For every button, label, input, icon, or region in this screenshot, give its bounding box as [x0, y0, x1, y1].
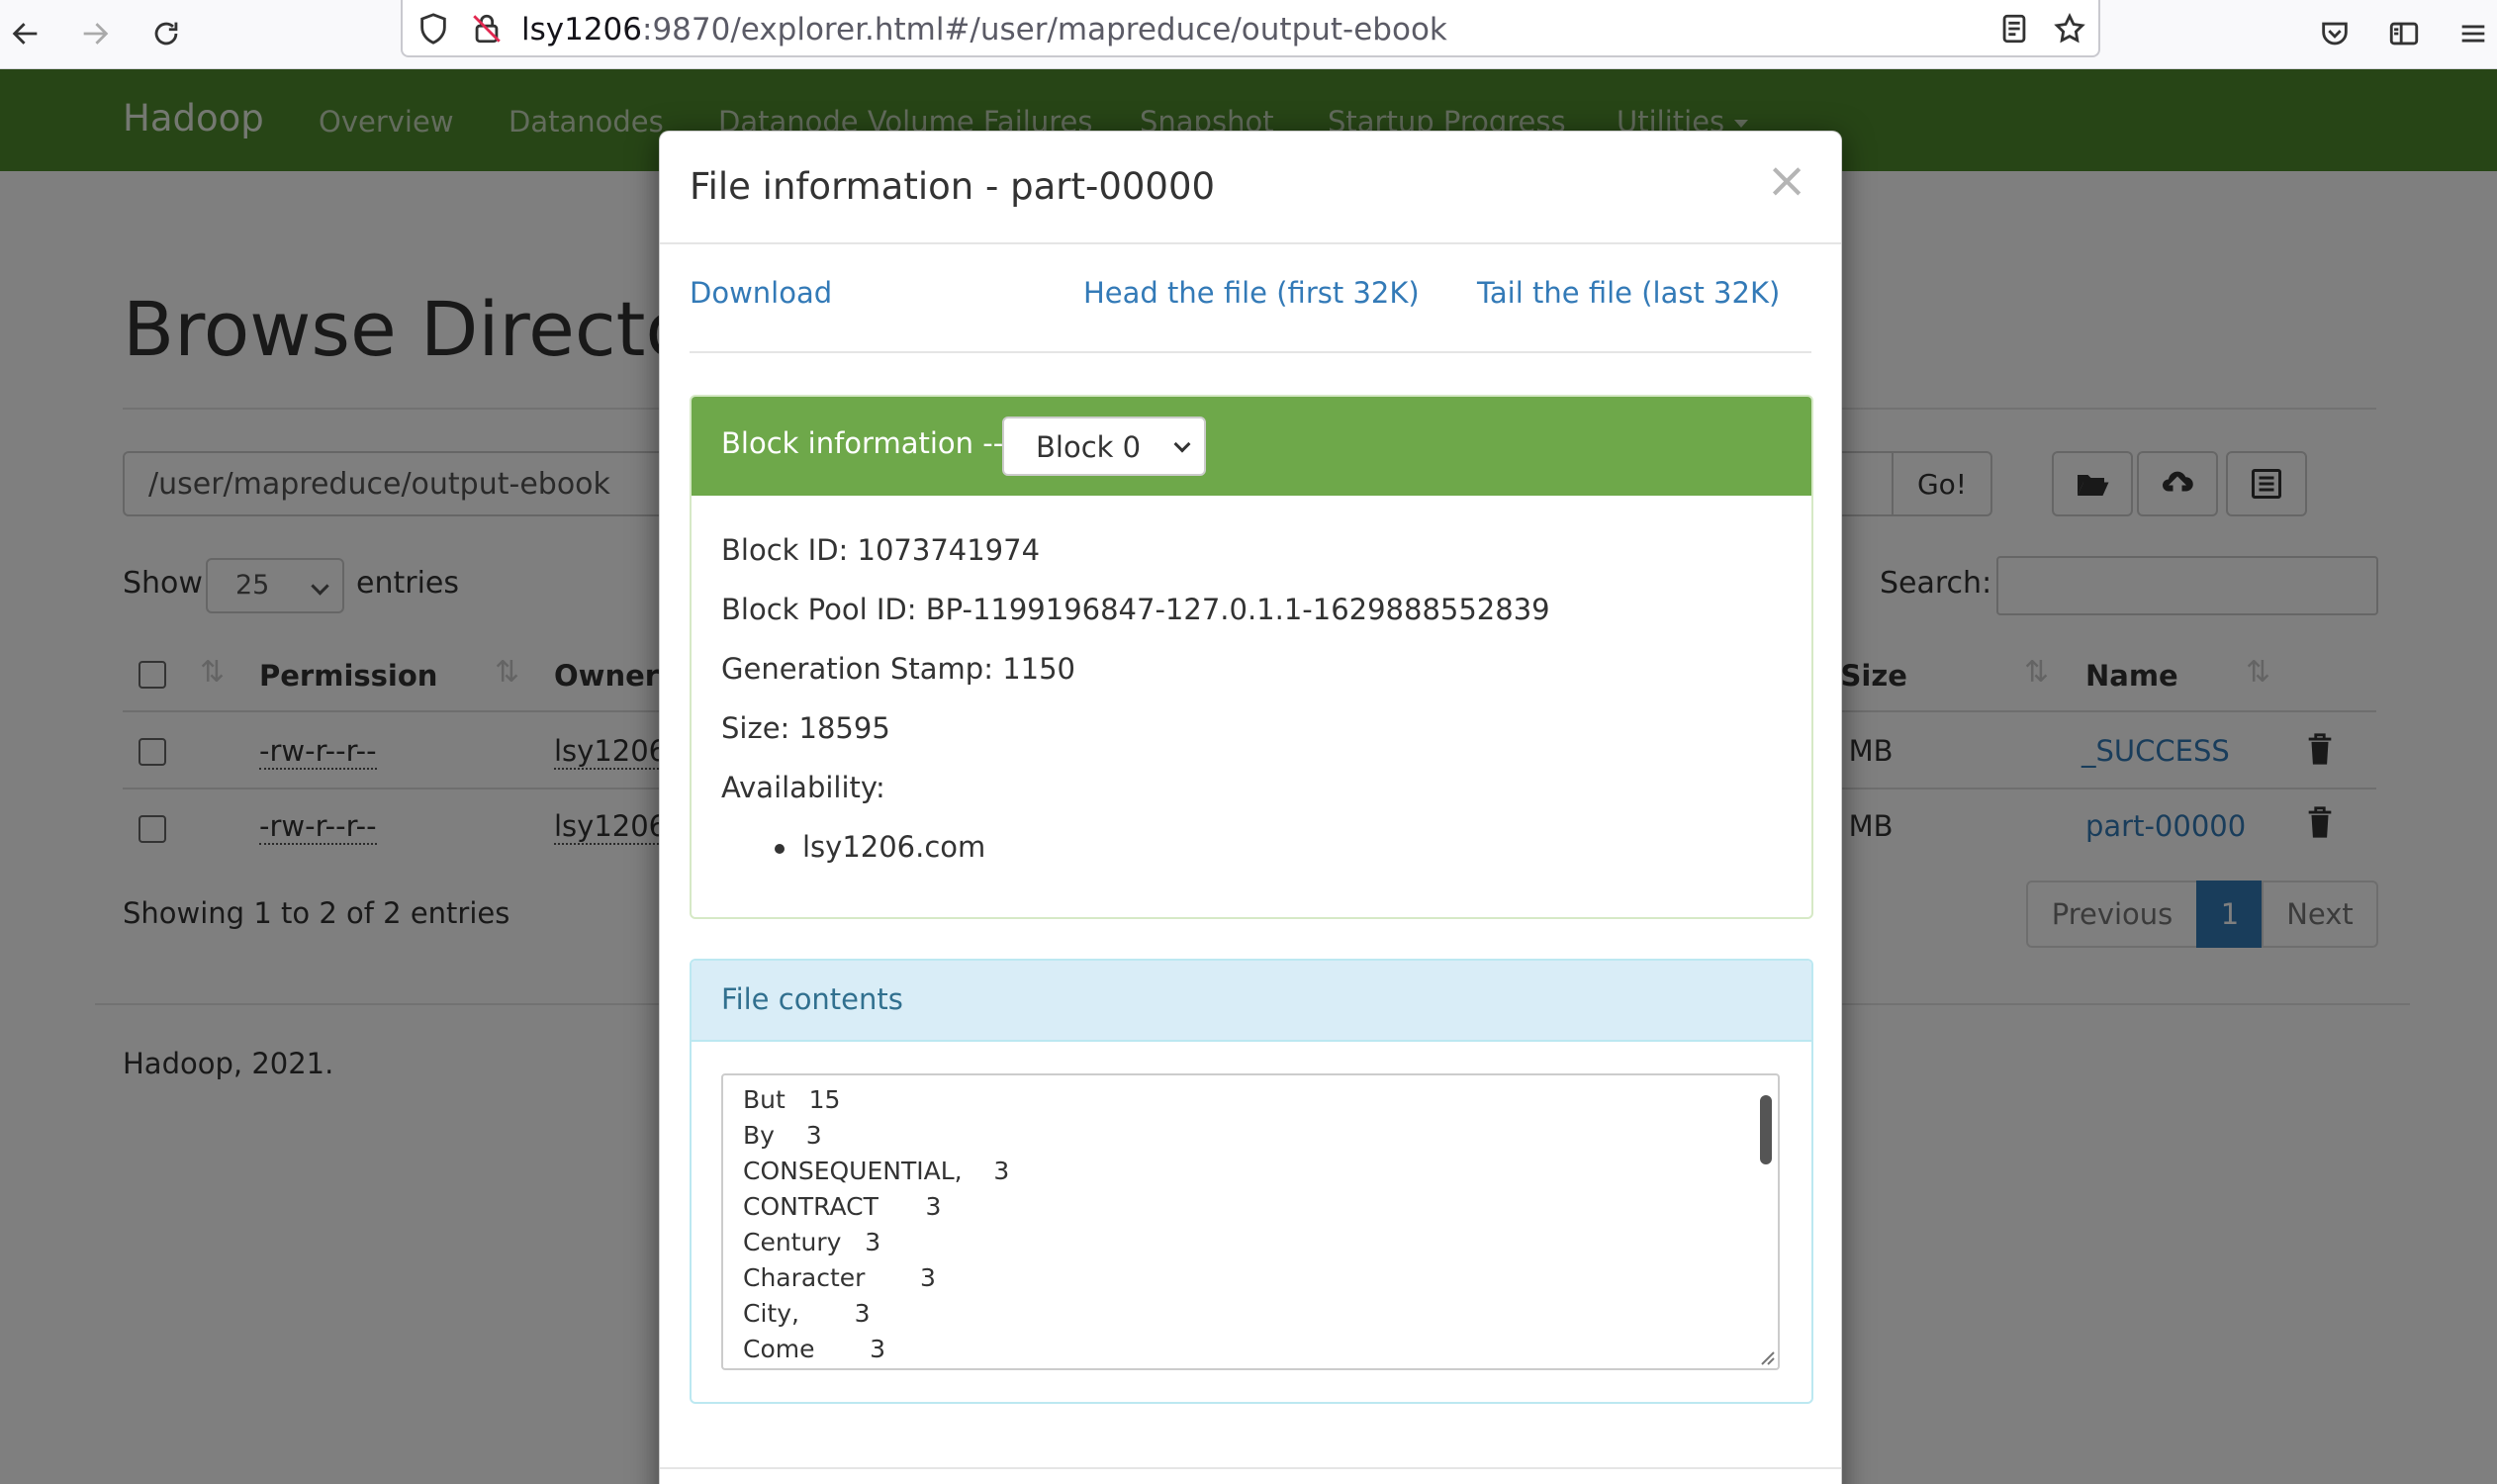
- resize-grip-icon[interactable]: [1756, 1346, 1776, 1366]
- bookmark-star-icon[interactable]: [2053, 12, 2086, 46]
- url-host: lsy1206: [521, 12, 643, 47]
- file-contents-line: City, 3: [743, 1299, 871, 1328]
- divider: [690, 351, 1811, 353]
- generation-stamp: Generation Stamp: 1150: [721, 652, 1075, 686]
- reload-icon: [154, 22, 178, 46]
- block-id: Block ID: 1073741974: [721, 533, 1041, 567]
- file-contents-line: CONTRACT 3: [743, 1192, 942, 1221]
- url-path: :9870/explorer.html#/user/mapreduce/outp…: [642, 12, 1447, 47]
- insecure-lock-icon[interactable]: [470, 12, 504, 46]
- file-contents-line: Century 3: [743, 1228, 881, 1256]
- file-contents-label: File contents: [721, 982, 903, 1016]
- textarea-scrollbar[interactable]: [1760, 1095, 1772, 1164]
- reload-button[interactable]: [140, 8, 192, 59]
- menu-button[interactable]: [2448, 8, 2497, 59]
- tail-file-link[interactable]: Tail the file (last 32K): [1477, 276, 1780, 310]
- file-contents-line: But 15: [743, 1085, 841, 1114]
- file-contents-line: CONSEQUENTIAL, 3: [743, 1157, 1010, 1185]
- availability-label: Availability:: [721, 771, 885, 804]
- block-info-label: Block information --: [721, 426, 1004, 460]
- pocket-icon: [2322, 22, 2348, 46]
- block-info-header: Block information -- Block 0: [692, 397, 1811, 496]
- divider: [660, 242, 1841, 244]
- shield-icon[interactable]: [416, 12, 450, 46]
- arrow-left-icon: [12, 23, 38, 45]
- close-button[interactable]: ×: [1766, 155, 1807, 205]
- pocket-button[interactable]: [2309, 8, 2360, 59]
- url-text[interactable]: lsy1206:9870/explorer.html#/user/mapredu…: [521, 12, 1447, 47]
- availability-host: lsy1206.com: [802, 830, 986, 864]
- block-select[interactable]: Block 0: [1002, 417, 1206, 476]
- file-contents-line: Character 3: [743, 1263, 936, 1292]
- file-contents-panel: File contents But 15 By 3 CONSEQUENTIAL,…: [690, 959, 1813, 1404]
- sidebar-button[interactable]: [2378, 8, 2430, 59]
- divider: [660, 1467, 1841, 1469]
- sidebar-icon: [2389, 22, 2419, 46]
- download-link[interactable]: Download: [690, 276, 832, 310]
- block-info-panel: Block information -- Block 0 Block ID: 1…: [690, 395, 1813, 919]
- file-contents-line: By 3: [743, 1121, 822, 1150]
- forward-button[interactable]: [69, 8, 121, 59]
- back-button[interactable]: [0, 8, 51, 59]
- block-pool-id: Block Pool ID: BP-1199196847-127.0.1.1-1…: [721, 593, 1550, 626]
- file-contents-header: File contents: [692, 961, 1811, 1042]
- arrow-right-icon: [83, 23, 109, 45]
- modal-title: File information - part-00000: [690, 165, 1216, 208]
- url-bar[interactable]: lsy1206:9870/explorer.html#/user/mapredu…: [401, 0, 2100, 57]
- reader-view-icon[interactable]: [1997, 12, 2031, 46]
- file-size: Size: 18595: [721, 711, 890, 745]
- browser-toolbar: lsy1206:9870/explorer.html#/user/mapredu…: [0, 0, 2497, 69]
- file-contents-textarea[interactable]: But 15 By 3 CONSEQUENTIAL, 3 CONTRACT 3 …: [721, 1073, 1780, 1370]
- hamburger-menu-icon: [2461, 25, 2485, 43]
- bullet: [775, 844, 785, 854]
- file-info-modal: File information - part-00000 × Download…: [659, 131, 1842, 1484]
- head-file-link[interactable]: Head the file (first 32K): [1083, 276, 1420, 310]
- file-contents-line: Come 3: [743, 1335, 886, 1363]
